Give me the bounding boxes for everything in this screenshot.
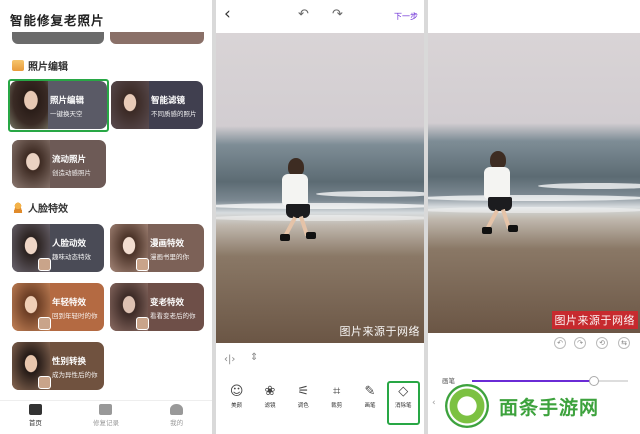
tool-beauty[interactable]: ☺ 美颜 bbox=[223, 383, 251, 434]
face-icon: ☺ bbox=[229, 384, 244, 399]
wave-foam bbox=[428, 195, 640, 201]
card-subtitle: 看看变老后的你 bbox=[150, 312, 196, 320]
card-older[interactable]: 变老特效 看看变老后的你 bbox=[110, 283, 204, 331]
scrolled-card bbox=[110, 32, 204, 44]
logo-text: 面条手游网 bbox=[499, 396, 600, 419]
wave-foam bbox=[428, 207, 640, 213]
tool-label: 画笔 bbox=[364, 403, 376, 409]
wave-foam bbox=[316, 191, 424, 197]
card-title: 漫画特效 bbox=[150, 239, 185, 249]
next-step-button[interactable]: 下一步 bbox=[394, 11, 418, 22]
site-logo: 面条手游网 bbox=[445, 378, 640, 434]
tool-adjust[interactable]: ⚟ 调色 bbox=[289, 383, 317, 434]
card-title: 变老特效 bbox=[150, 298, 185, 308]
tool-label: 裁剪 bbox=[331, 403, 343, 409]
card-subtitle: 回到年轻时的你 bbox=[52, 312, 98, 320]
tool-label: 美颜 bbox=[231, 403, 243, 409]
card-subtitle: 漫画书里的你 bbox=[150, 253, 189, 261]
tool-crop[interactable]: ⌗ 裁剪 bbox=[323, 383, 351, 434]
compare-icon[interactable]: ‹|› bbox=[224, 354, 235, 365]
home-icon bbox=[28, 404, 42, 415]
eraser-screen: 图片来源于网络 ↶ ↷ ⟲ ⇆ 画笔 ‹ bbox=[428, 0, 640, 434]
reset-icon[interactable]: ⟲ bbox=[596, 337, 608, 349]
redo-icon[interactable]: ↷ bbox=[574, 337, 586, 349]
back-icon[interactable]: ‹ bbox=[224, 4, 231, 24]
card-title: 年轻特效 bbox=[52, 298, 87, 308]
thumbnail-badge bbox=[38, 317, 51, 330]
tab-label: 修复记录 bbox=[92, 419, 119, 427]
photo-canvas[interactable]: 图片来源于网络 bbox=[216, 33, 424, 343]
card-comic-effect[interactable]: 漫画特效 漫画书里的你 bbox=[110, 224, 204, 272]
card-title: 性别转换 bbox=[52, 357, 87, 367]
profile-icon bbox=[170, 404, 184, 415]
card-subtitle: 创造动感照片 bbox=[52, 169, 91, 177]
pen-icon: ✎ bbox=[364, 384, 376, 399]
tab-label: 首页 bbox=[28, 419, 42, 427]
section-title: 照片编辑 bbox=[28, 62, 68, 73]
thumbnail-badge bbox=[136, 258, 149, 271]
view-controls: ‹|› ⇕ bbox=[216, 343, 424, 377]
undo-icon[interactable]: ↶ bbox=[298, 7, 309, 22]
chevron-left-icon[interactable]: ‹ bbox=[432, 398, 436, 408]
adjust-icon: ⚟ bbox=[297, 384, 310, 399]
section-face-effects: 人脸特效 bbox=[12, 200, 68, 215]
redo-icon[interactable]: ↷ bbox=[332, 7, 343, 22]
logo-mark-icon bbox=[445, 384, 489, 428]
card-flow-photo[interactable]: 流动照片 创造动感照片 bbox=[12, 140, 106, 188]
section-photo-edit: 照片编辑 bbox=[12, 58, 68, 73]
tab-label: 我的 bbox=[170, 419, 184, 427]
home-screen: 智能修复老照片 照片编辑 照片编辑 一键换天空 智能滤镜 不同质感的照片 流动照… bbox=[0, 0, 212, 434]
card-title: 智能滤镜 bbox=[151, 96, 186, 106]
wave-foam bbox=[538, 183, 640, 189]
card-gender-swap[interactable]: 性别转换 成为异性后的你 bbox=[12, 342, 104, 390]
editor-screen: ‹ ↶ ↷ 下一步 图片来源于网络 ‹|› ⇕ ☺ 美颜 ❀ 滤镜 ⚟ 调色 ⌗ bbox=[216, 0, 424, 434]
history-icon bbox=[99, 404, 113, 415]
tab-profile[interactable]: 我的 bbox=[147, 401, 207, 434]
card-face-animation[interactable]: 人脸动效 趣味动态特效 bbox=[12, 224, 104, 272]
thumbnail-badge bbox=[38, 258, 51, 271]
folder-icon bbox=[12, 60, 24, 71]
card-title: 人脸动效 bbox=[52, 239, 87, 249]
tab-home[interactable]: 首页 bbox=[5, 401, 65, 434]
thumbnail-badge bbox=[136, 317, 149, 330]
watermark-text: 图片来源于网络 bbox=[339, 325, 420, 338]
card-smart-filter[interactable]: 智能滤镜 不同质感的照片 bbox=[111, 81, 203, 129]
tab-history[interactable]: 修复记录 bbox=[76, 401, 136, 434]
tool-pen[interactable]: ✎ 画笔 bbox=[356, 383, 384, 434]
card-subtitle: 成为异性后的你 bbox=[52, 371, 98, 379]
card-younger[interactable]: 年轻特效 回到年轻时的你 bbox=[12, 283, 104, 331]
thumbnail-badge bbox=[38, 376, 51, 389]
card-title: 流动照片 bbox=[52, 155, 87, 165]
card-photo bbox=[111, 81, 149, 129]
bottom-tab-bar: 首页 修复记录 我的 bbox=[0, 400, 212, 434]
compare-icon[interactable]: ⇆ bbox=[618, 337, 630, 349]
editor-top-bar: ‹ ↶ ↷ 下一步 bbox=[216, 0, 424, 33]
flip-icon[interactable]: ⇕ bbox=[250, 352, 258, 363]
card-subtitle: 不同质感的照片 bbox=[151, 110, 197, 118]
tool-filter[interactable]: ❀ 滤镜 bbox=[256, 383, 284, 434]
tool-label: 调色 bbox=[297, 403, 309, 409]
person-figure bbox=[276, 158, 326, 248]
filter-icon: ❀ bbox=[264, 384, 276, 399]
selection-highlight bbox=[387, 381, 420, 425]
app-title: 智能修复老照片 bbox=[10, 13, 105, 28]
photo-canvas[interactable]: 图片来源于网络 bbox=[428, 33, 640, 333]
card-photo bbox=[12, 140, 50, 188]
watermark-text: 图片来源于网络 bbox=[551, 311, 638, 329]
person-icon bbox=[12, 202, 24, 213]
undo-icon[interactable]: ↶ bbox=[554, 337, 566, 349]
card-subtitle: 趣味动态特效 bbox=[52, 253, 91, 261]
scrolled-card bbox=[12, 32, 104, 44]
section-title: 人脸特效 bbox=[28, 204, 68, 215]
tool-label: 滤镜 bbox=[264, 403, 276, 409]
crop-icon: ⌗ bbox=[332, 384, 341, 399]
person-figure bbox=[478, 151, 528, 241]
selection-highlight bbox=[8, 79, 109, 132]
